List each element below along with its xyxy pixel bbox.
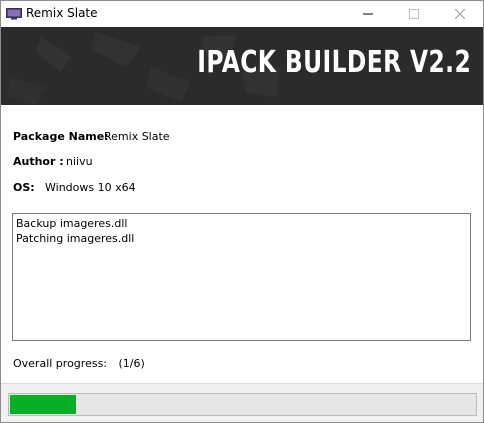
progress-bar-fill (10, 395, 76, 414)
package-name-row: Package Name: Remix Slate (13, 130, 170, 143)
monitor-icon (6, 8, 22, 20)
minimize-button[interactable] (345, 1, 391, 27)
minimize-icon (363, 13, 373, 15)
close-button[interactable] (437, 1, 483, 27)
log-textbox[interactable]: Backup imageres.dll Patching imageres.dl… (12, 213, 471, 341)
header-banner: IPACK BUILDER V2.2 (1, 27, 483, 105)
author-label: Author : (13, 155, 64, 168)
overall-progress-label: Overall progress: (1/6) (13, 357, 145, 370)
banner-title: IPACK BUILDER V2.2 (197, 45, 471, 80)
log-line: Backup imageres.dll (16, 217, 128, 230)
overall-progress-count: (1/6) (118, 357, 145, 370)
os-label: OS: (13, 181, 35, 194)
author-row: Author : niivu (13, 155, 93, 168)
footer-bar (1, 383, 483, 422)
maximize-button[interactable] (391, 1, 437, 27)
package-name-label: Package Name: (13, 130, 109, 143)
log-line: Patching imageres.dll (16, 232, 135, 245)
title-bar[interactable]: Remix Slate (1, 1, 483, 27)
author-value: niivu (66, 155, 93, 168)
maximize-icon (409, 9, 419, 19)
package-name-value: Remix Slate (104, 130, 170, 143)
os-value: Windows 10 x64 (45, 181, 136, 194)
os-row: OS: Windows 10 x64 (13, 181, 136, 194)
overall-progress-caption: Overall progress: (13, 357, 107, 370)
installer-window: Remix Slate IPACK BUILDER V2.2 Package N… (0, 0, 484, 423)
window-title: Remix Slate (26, 6, 98, 20)
progress-bar (8, 393, 477, 416)
close-icon (455, 9, 465, 19)
main-content: Package Name: Remix Slate Author : niivu… (1, 105, 483, 383)
